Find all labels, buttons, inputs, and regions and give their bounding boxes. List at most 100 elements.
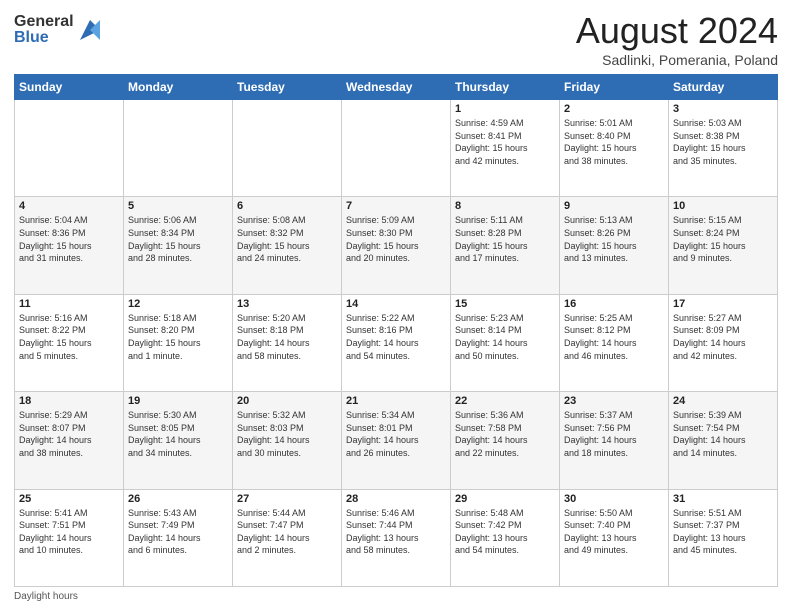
calendar-cell: 29Sunrise: 5:48 AM Sunset: 7:42 PM Dayli… — [451, 489, 560, 586]
logo-text: General Blue — [14, 14, 74, 46]
day-number: 7 — [346, 200, 446, 212]
day-number: 2 — [564, 103, 664, 115]
day-info: Sunrise: 5:43 AM Sunset: 7:49 PM Dayligh… — [128, 507, 228, 557]
day-info: Sunrise: 5:32 AM Sunset: 8:03 PM Dayligh… — [237, 409, 337, 459]
day-number: 15 — [455, 298, 555, 310]
calendar-cell — [342, 100, 451, 197]
calendar-cell: 12Sunrise: 5:18 AM Sunset: 8:20 PM Dayli… — [124, 294, 233, 391]
day-info: Sunrise: 5:13 AM Sunset: 8:26 PM Dayligh… — [564, 214, 664, 264]
day-number: 11 — [19, 298, 119, 310]
day-info: Sunrise: 5:34 AM Sunset: 8:01 PM Dayligh… — [346, 409, 446, 459]
day-number: 9 — [564, 200, 664, 212]
week-row-2: 11 Sunrise: 5:16 AM Sunset: 8:22 PM Dayli… — [15, 294, 778, 391]
day-info: Sunrise: 5:36 AM Sunset: 7:58 PM Dayligh… — [455, 409, 555, 459]
day-info: Sunrise: 5:16 AM Sunset: 8:22 PM Dayligh… — [19, 312, 119, 362]
day-number: 17 — [673, 298, 773, 310]
day-number: 31 — [673, 493, 773, 505]
calendar-cell: 6 Sunrise: 5:08 AM Sunset: 8:32 PM Daylig… — [233, 197, 342, 294]
header: General Blue August 2024 Sadlinki, Pomer… — [14, 10, 778, 68]
day-info: Sunrise: 5:39 AM Sunset: 7:54 PM Dayligh… — [673, 409, 773, 459]
weekday-header-sunday: Sunday — [15, 75, 124, 100]
day-info: Sunrise: 5:11 AM Sunset: 8:28 PM Dayligh… — [455, 214, 555, 264]
day-info: Sunrise: 5:04 AM Sunset: 8:36 PM Dayligh… — [19, 214, 119, 264]
day-info: Sunrise: 5:44 AM Sunset: 7:47 PM Dayligh… — [237, 507, 337, 557]
calendar-cell: 15 Sunrise: 5:23 AM Sunset: 8:14 PM Dayli… — [451, 294, 560, 391]
calendar-cell: 23 Sunrise: 5:37 AM Sunset: 7:56 PM Dayli… — [560, 392, 669, 489]
calendar-cell: 10 Sunrise: 5:15 AM Sunset: 8:24 PM Dayli… — [669, 197, 778, 294]
calendar-cell: 7 Sunrise: 5:09 AM Sunset: 8:30 PM Daylig… — [342, 197, 451, 294]
day-number: 27 — [237, 493, 337, 505]
title-area: August 2024 Sadlinki, Pomerania, Poland — [576, 10, 778, 68]
day-info: Sunrise: 5:23 AM Sunset: 8:14 PM Dayligh… — [455, 312, 555, 362]
day-number: 16 — [564, 298, 664, 310]
day-number: 4 — [19, 200, 119, 212]
day-number: 30 — [564, 493, 664, 505]
day-number: 22 — [455, 395, 555, 407]
location: Sadlinki, Pomerania, Poland — [576, 52, 778, 68]
day-number: 18 — [19, 395, 119, 407]
calendar-cell: 20Sunrise: 5:32 AM Sunset: 8:03 PM Dayli… — [233, 392, 342, 489]
day-info: Sunrise: 5:09 AM Sunset: 8:30 PM Dayligh… — [346, 214, 446, 264]
day-info: Sunrise: 5:48 AM Sunset: 7:42 PM Dayligh… — [455, 507, 555, 557]
day-number: 13 — [237, 298, 337, 310]
day-info: Sunrise: 5:30 AM Sunset: 8:05 PM Dayligh… — [128, 409, 228, 459]
day-number: 23 — [564, 395, 664, 407]
day-info: Sunrise: 5:37 AM Sunset: 7:56 PM Dayligh… — [564, 409, 664, 459]
day-number: 5 — [128, 200, 228, 212]
day-info: Sunrise: 5:15 AM Sunset: 8:24 PM Dayligh… — [673, 214, 773, 264]
calendar-cell: 14 Sunrise: 5:22 AM Sunset: 8:16 PM Dayli… — [342, 294, 451, 391]
day-number: 10 — [673, 200, 773, 212]
calendar-cell: 9 Sunrise: 5:13 AM Sunset: 8:26 PM Daylig… — [560, 197, 669, 294]
day-info: Sunrise: 5:01 AM Sunset: 8:40 PM Dayligh… — [564, 117, 664, 167]
calendar-cell: 22 Sunrise: 5:36 AM Sunset: 7:58 PM Dayli… — [451, 392, 560, 489]
calendar-cell: 25 Sunrise: 5:41 AM Sunset: 7:51 PM Dayli… — [15, 489, 124, 586]
calendar-cell: 16 Sunrise: 5:25 AM Sunset: 8:12 PM Dayli… — [560, 294, 669, 391]
calendar-cell: 18 Sunrise: 5:29 AM Sunset: 8:07 PM Dayli… — [15, 392, 124, 489]
day-number: 1 — [455, 103, 555, 115]
logo-icon — [76, 16, 104, 44]
day-number: 26 — [128, 493, 228, 505]
calendar-cell: 31Sunrise: 5:51 AM Sunset: 7:37 PM Dayli… — [669, 489, 778, 586]
day-info: Sunrise: 5:29 AM Sunset: 8:07 PM Dayligh… — [19, 409, 119, 459]
month-title: August 2024 — [576, 10, 778, 52]
logo: General Blue — [14, 14, 104, 46]
day-info: Sunrise: 5:50 AM Sunset: 7:40 PM Dayligh… — [564, 507, 664, 557]
calendar-cell: 27 Sunrise: 5:44 AM Sunset: 7:47 PM Dayli… — [233, 489, 342, 586]
day-number: 28 — [346, 493, 446, 505]
calendar-cell: 1Sunrise: 4:59 AM Sunset: 8:41 PM Daylig… — [451, 100, 560, 197]
day-info: Sunrise: 5:06 AM Sunset: 8:34 PM Dayligh… — [128, 214, 228, 264]
weekday-header-tuesday: Tuesday — [233, 75, 342, 100]
day-number: 14 — [346, 298, 446, 310]
day-info: Sunrise: 5:22 AM Sunset: 8:16 PM Dayligh… — [346, 312, 446, 362]
weekday-header-thursday: Thursday — [451, 75, 560, 100]
calendar-cell — [15, 100, 124, 197]
calendar-cell: 19 Sunrise: 5:30 AM Sunset: 8:05 PM Dayli… — [124, 392, 233, 489]
calendar-cell: 8Sunrise: 5:11 AM Sunset: 8:28 PM Daylig… — [451, 197, 560, 294]
day-info: Sunrise: 5:08 AM Sunset: 8:32 PM Dayligh… — [237, 214, 337, 264]
calendar-cell: 13Sunrise: 5:20 AM Sunset: 8:18 PM Dayli… — [233, 294, 342, 391]
weekday-header-friday: Friday — [560, 75, 669, 100]
week-row-3: 18 Sunrise: 5:29 AM Sunset: 8:07 PM Dayli… — [15, 392, 778, 489]
logo-blue: Blue — [14, 30, 74, 46]
calendar-cell: 28Sunrise: 5:46 AM Sunset: 7:44 PM Dayli… — [342, 489, 451, 586]
calendar-cell: 3Sunrise: 5:03 AM Sunset: 8:38 PM Daylig… — [669, 100, 778, 197]
day-number: 25 — [19, 493, 119, 505]
day-info: Sunrise: 5:25 AM Sunset: 8:12 PM Dayligh… — [564, 312, 664, 362]
day-info: Sunrise: 5:18 AM Sunset: 8:20 PM Dayligh… — [128, 312, 228, 362]
weekday-header-monday: Monday — [124, 75, 233, 100]
calendar-cell: 26 Sunrise: 5:43 AM Sunset: 7:49 PM Dayli… — [124, 489, 233, 586]
day-info: Sunrise: 5:03 AM Sunset: 8:38 PM Dayligh… — [673, 117, 773, 167]
calendar-cell: 11 Sunrise: 5:16 AM Sunset: 8:22 PM Dayli… — [15, 294, 124, 391]
calendar-cell — [124, 100, 233, 197]
week-row-4: 25 Sunrise: 5:41 AM Sunset: 7:51 PM Dayli… — [15, 489, 778, 586]
calendar-cell: 17Sunrise: 5:27 AM Sunset: 8:09 PM Dayli… — [669, 294, 778, 391]
day-number: 19 — [128, 395, 228, 407]
day-info: Sunrise: 5:41 AM Sunset: 7:51 PM Dayligh… — [19, 507, 119, 557]
day-number: 6 — [237, 200, 337, 212]
day-number: 21 — [346, 395, 446, 407]
day-number: 24 — [673, 395, 773, 407]
calendar: SundayMondayTuesdayWednesdayThursdayFrid… — [14, 74, 778, 587]
weekday-header-wednesday: Wednesday — [342, 75, 451, 100]
calendar-cell: 5 Sunrise: 5:06 AM Sunset: 8:34 PM Daylig… — [124, 197, 233, 294]
week-row-1: 4 Sunrise: 5:04 AM Sunset: 8:36 PM Daylig… — [15, 197, 778, 294]
